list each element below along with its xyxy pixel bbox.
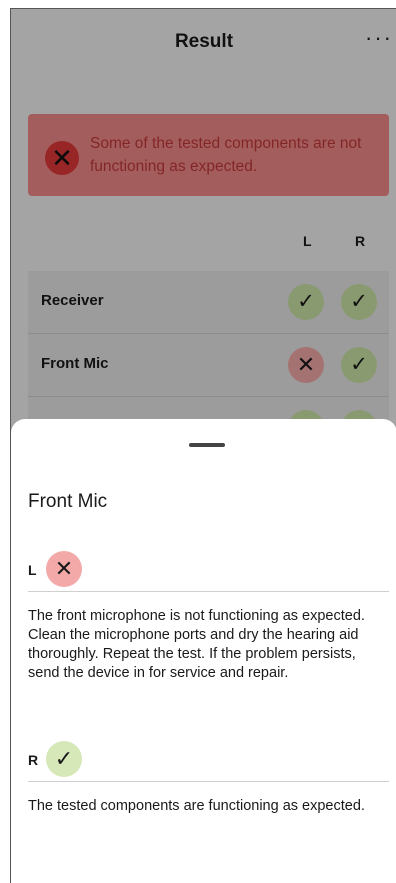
side-label-right: R — [28, 752, 39, 768]
left-side-status: L ✕ — [28, 551, 389, 592]
right-side-description: The tested components are functioning as… — [28, 798, 365, 814]
bottom-sheet: Front Mic L ✕ The front microphone is no… — [11, 419, 396, 883]
sheet-title: Front Mic — [28, 491, 108, 512]
app-frame: Result ··· ✕ Some of the tested componen… — [10, 8, 396, 883]
side-label-left: L — [28, 562, 37, 578]
check-icon: ✓ — [46, 741, 82, 777]
right-side-status: R ✓ — [28, 741, 389, 782]
drag-handle[interactable] — [189, 443, 225, 447]
cross-icon: ✕ — [46, 551, 82, 587]
left-side-description: The front microphone is not functioning … — [28, 608, 365, 681]
